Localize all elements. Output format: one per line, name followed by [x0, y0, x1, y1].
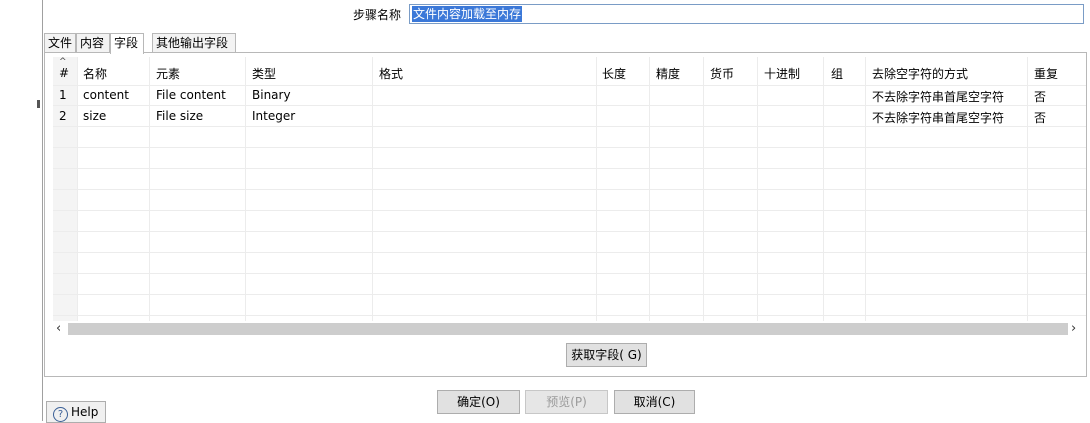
header-currency[interactable]: 货币: [710, 65, 734, 82]
horizontal-scrollbar[interactable]: ‹ ›: [53, 321, 1086, 337]
ok-button[interactable]: 确定(O): [437, 390, 520, 414]
help-label: Help: [71, 405, 99, 419]
row-2-name[interactable]: size: [83, 109, 106, 123]
header-decimal[interactable]: 十进制: [764, 65, 800, 82]
header-index[interactable]: #: [59, 66, 69, 80]
help-button[interactable]: ? Help: [46, 401, 106, 423]
header-format[interactable]: 格式: [379, 65, 403, 82]
row-2-repeat[interactable]: 否: [1034, 109, 1046, 126]
preview-button[interactable]: 预览(P): [525, 390, 608, 414]
header-element[interactable]: 元素: [156, 65, 180, 82]
step-name-value: 文件内容加载至内存: [412, 6, 523, 22]
step-name-label: 步骤名称: [353, 8, 402, 22]
scroll-right-icon[interactable]: ›: [1071, 321, 1076, 336]
step-name-input[interactable]: 文件内容加载至内存: [409, 4, 1084, 24]
row-1-repeat[interactable]: 否: [1034, 88, 1046, 105]
cancel-button[interactable]: 取消(C): [614, 390, 695, 414]
fields-table[interactable]: ^ # 名称 元素 类型 格式 长度 精度 货币 十进制 组 去除空字符的方式 …: [53, 57, 1086, 321]
tab-other-output-fields[interactable]: 其他输出字段: [152, 33, 236, 52]
header-group[interactable]: 组: [831, 65, 843, 82]
header-precision[interactable]: 精度: [656, 65, 680, 82]
left-panel-edge: [0, 0, 42, 421]
help-icon: ?: [53, 407, 68, 422]
header-trim-type[interactable]: 去除空字符的方式: [872, 65, 968, 82]
tab-file[interactable]: 文件: [44, 33, 76, 52]
header-length[interactable]: 长度: [602, 65, 626, 82]
row-2-index: 2: [59, 109, 67, 123]
left-divider: [42, 0, 43, 421]
resize-handle[interactable]: [37, 100, 40, 108]
tab-content[interactable]: 内容: [76, 33, 110, 52]
row-2-type[interactable]: Integer: [252, 109, 295, 123]
header-type[interactable]: 类型: [252, 65, 276, 82]
header-name[interactable]: 名称: [83, 65, 107, 82]
tab-fields[interactable]: 字段: [110, 33, 144, 54]
header-repeat[interactable]: 重复: [1034, 65, 1058, 82]
row-1-name[interactable]: content: [83, 88, 129, 102]
row-2-trim-type[interactable]: 不去除字符串首尾空字符: [872, 109, 1004, 126]
row-1-type[interactable]: Binary: [252, 88, 291, 102]
row-1-element[interactable]: File content: [156, 88, 226, 102]
row-1-index: 1: [59, 88, 67, 102]
scroll-thumb[interactable]: [68, 323, 1068, 335]
row-1-trim-type[interactable]: 不去除字符串首尾空字符: [872, 88, 1004, 105]
scroll-left-icon[interactable]: ‹: [56, 321, 61, 336]
row-2-element[interactable]: File size: [156, 109, 203, 123]
get-fields-button[interactable]: 获取字段( G): [566, 343, 647, 367]
